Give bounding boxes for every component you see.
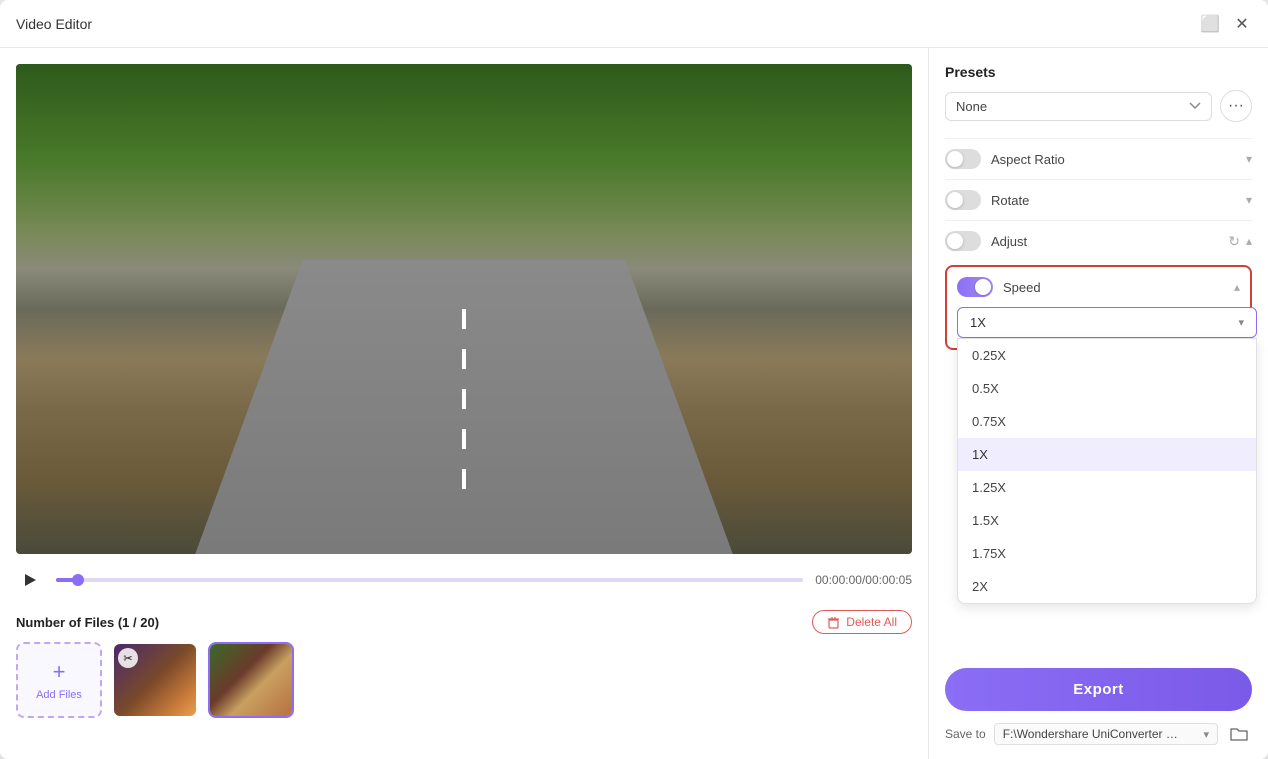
- file-count-label: Number of Files (1 / 20): [16, 615, 159, 630]
- speed-current-value: 1X: [970, 315, 986, 330]
- speed-option-125x[interactable]: 1.25X: [958, 471, 1256, 504]
- road-line: [462, 309, 466, 505]
- chevron-up-icon: ▴: [1246, 234, 1252, 248]
- scissors-icon: ✂: [118, 648, 138, 668]
- more-options-button[interactable]: ···: [1220, 90, 1252, 122]
- window-title: Video Editor: [16, 16, 92, 32]
- delete-all-button[interactable]: Delete All: [812, 610, 912, 634]
- maximize-button[interactable]: ⬜: [1200, 14, 1220, 34]
- refresh-icon[interactable]: ↻: [1228, 233, 1240, 250]
- adjust-left: Adjust: [945, 231, 1027, 251]
- adjust-label: Adjust: [991, 234, 1027, 249]
- toggle-knob: [947, 151, 963, 167]
- delete-all-label: Delete All: [846, 615, 897, 629]
- speed-option-05x[interactable]: 0.5X: [958, 372, 1256, 405]
- toggle-knob: [947, 233, 963, 249]
- aspect-ratio-right: ▾: [1246, 152, 1252, 166]
- speed-option-025x[interactable]: 0.25X: [958, 339, 1256, 372]
- speed-option-175x[interactable]: 1.75X: [958, 537, 1256, 570]
- right-panel: Presets None ··· Aspect Ratio ▾: [928, 48, 1268, 759]
- path-chevron-icon: ▾: [1203, 728, 1209, 741]
- export-button[interactable]: Export: [945, 668, 1252, 711]
- chevron-down-icon: ▾: [1246, 193, 1252, 207]
- aspect-ratio-row[interactable]: Aspect Ratio ▾: [945, 138, 1252, 179]
- aspect-ratio-left: Aspect Ratio: [945, 149, 1065, 169]
- speed-chevron-up-icon: ▴: [1234, 280, 1240, 294]
- speed-dropdown-list: 0.25X 0.5X 0.75X 1X 1.25X 1.5X 1.75X 2X: [957, 338, 1257, 604]
- thumbnail-image-2: [210, 644, 292, 716]
- close-button[interactable]: ✕: [1232, 14, 1252, 34]
- title-bar-controls: ⬜ ✕: [1200, 14, 1252, 34]
- save-to-row: Save to F:\Wondershare UniConverter 16\E…: [945, 721, 1252, 747]
- video-area: 00:00:00/00:00:05 Number of Files (1 / 2…: [0, 48, 928, 759]
- adjust-right: ↻ ▴: [1228, 233, 1252, 250]
- speed-option-1x[interactable]: 1X: [958, 438, 1256, 471]
- folder-icon: [1230, 726, 1248, 742]
- rotate-label: Rotate: [991, 193, 1029, 208]
- thumbnail-item-2[interactable]: [208, 642, 294, 718]
- dropdown-chevron-icon: ▾: [1238, 316, 1244, 329]
- speed-left: Speed: [957, 277, 1041, 297]
- save-path-value: F:\Wondershare UniConverter 16\Edite: [1003, 727, 1183, 741]
- rotate-right: ▾: [1246, 193, 1252, 207]
- time-display: 00:00:00/00:00:05: [815, 573, 912, 587]
- speed-dropdown-wrapper: 1X ▾ 0.25X 0.5X 0.75X 1X 1.25X 1.5X 1.75…: [957, 307, 1240, 338]
- rotate-toggle[interactable]: [945, 190, 981, 210]
- save-to-label: Save to: [945, 727, 986, 741]
- speed-toggle[interactable]: [957, 277, 993, 297]
- thumbnail-item-1[interactable]: ✂: [112, 642, 198, 718]
- speed-select-display[interactable]: 1X ▾: [957, 307, 1257, 338]
- aspect-ratio-toggle[interactable]: [945, 149, 981, 169]
- chevron-down-icon: ▾: [1246, 152, 1252, 166]
- speed-label: Speed: [1003, 280, 1041, 295]
- trash-icon: [827, 616, 840, 629]
- speed-option-2x[interactable]: 2X: [958, 570, 1256, 603]
- video-preview: [16, 64, 912, 554]
- presets-row: None ···: [945, 90, 1252, 122]
- speed-option-075x[interactable]: 0.75X: [958, 405, 1256, 438]
- video-editor-window: Video Editor ⬜ ✕: [0, 0, 1268, 759]
- title-bar: Video Editor ⬜ ✕: [0, 0, 1268, 48]
- folder-button[interactable]: [1226, 721, 1252, 747]
- add-files-label: Add Files: [36, 689, 82, 701]
- main-area: 00:00:00/00:00:05 Number of Files (1 / 2…: [0, 48, 1268, 759]
- aspect-ratio-label: Aspect Ratio: [991, 152, 1065, 167]
- playback-bar: 00:00:00/00:00:05: [16, 554, 912, 602]
- presets-label: Presets: [945, 64, 1252, 80]
- adjust-toggle[interactable]: [945, 231, 981, 251]
- presets-select[interactable]: None: [945, 92, 1212, 121]
- add-files-button[interactable]: + Add Files: [16, 642, 102, 718]
- progress-track[interactable]: [56, 578, 803, 582]
- progress-thumb[interactable]: [72, 574, 84, 586]
- toggle-knob: [975, 279, 991, 295]
- rotate-row[interactable]: Rotate ▾: [945, 179, 1252, 220]
- file-strip-header: Number of Files (1 / 20) Delete All: [16, 602, 912, 642]
- file-strip: + Add Files ✂: [16, 642, 912, 730]
- speed-section: Speed ▴ 1X ▾ 0.25X 0.5X 0.75X 1X 1: [945, 265, 1252, 350]
- save-to-path[interactable]: F:\Wondershare UniConverter 16\Edite ▾: [994, 723, 1218, 745]
- play-button[interactable]: [16, 566, 44, 594]
- speed-option-15x[interactable]: 1.5X: [958, 504, 1256, 537]
- toggle-knob: [947, 192, 963, 208]
- rotate-left: Rotate: [945, 190, 1029, 210]
- video-background: [16, 64, 912, 554]
- speed-header: Speed ▴: [957, 277, 1240, 297]
- plus-icon: +: [53, 659, 66, 685]
- adjust-row[interactable]: Adjust ↻ ▴: [945, 220, 1252, 261]
